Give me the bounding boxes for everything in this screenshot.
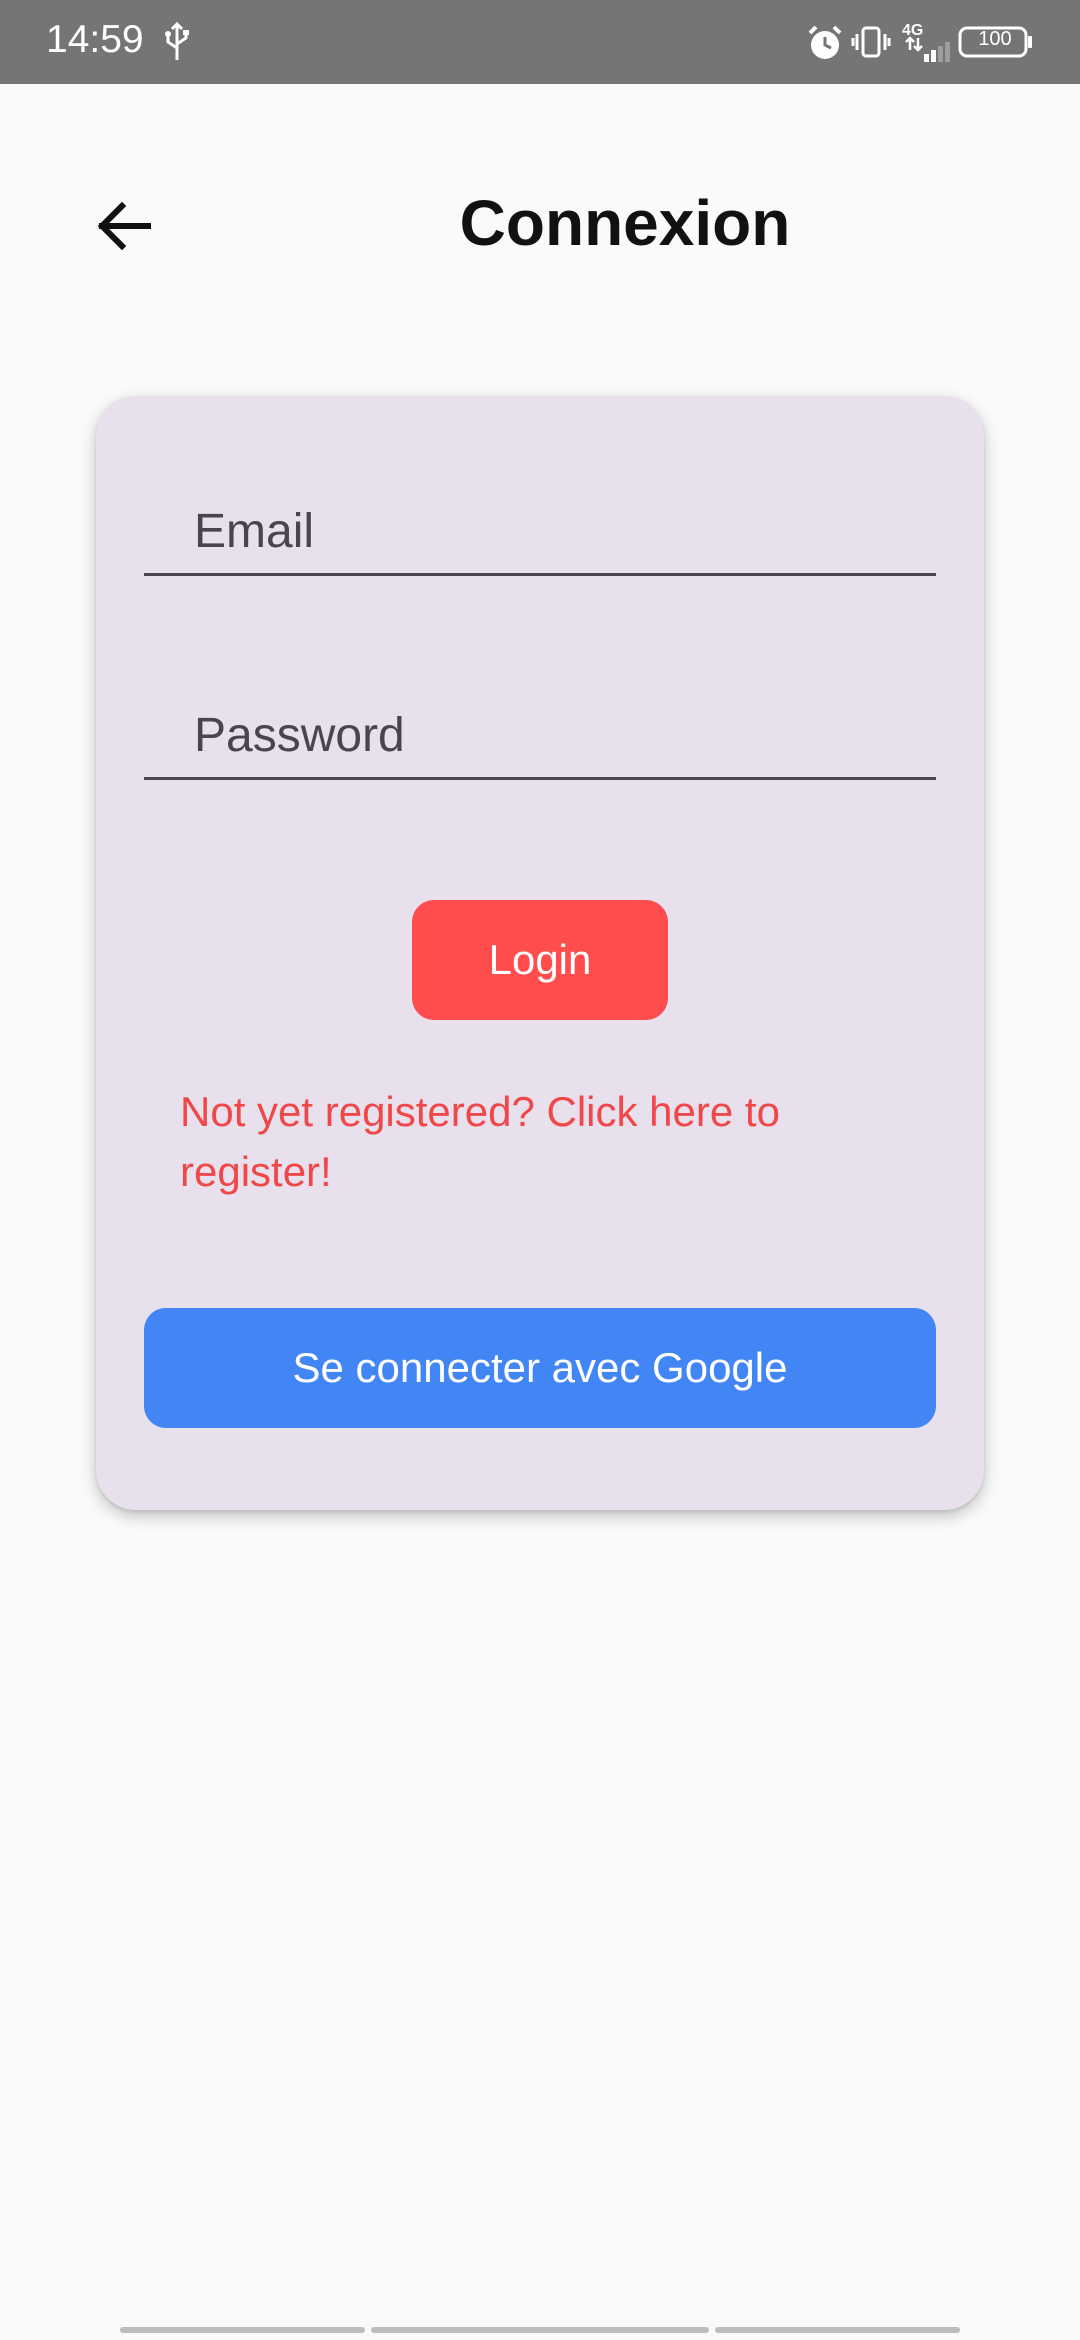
status-time: 14:59 — [46, 18, 144, 61]
email-label: Email — [194, 505, 315, 558]
login-card: Email Password Login Not yet registered?… — [96, 396, 984, 1510]
login-button[interactable]: Login — [412, 900, 668, 1020]
nav-handle-left — [120, 2327, 365, 2333]
email-field[interactable]: Email — [144, 476, 936, 576]
google-sign-in-button[interactable]: Se connecter avec Google — [144, 1308, 936, 1428]
nav-handle-middle — [371, 2327, 709, 2333]
password-label: Password — [194, 709, 405, 762]
status-bar: 14:59 4G 100 — [0, 0, 1080, 84]
page-title: Connexion — [459, 187, 791, 259]
battery-level: 100 — [978, 28, 1012, 50]
alarm-icon — [808, 25, 842, 59]
register-link[interactable]: Not yet registered? Click here to regist… — [180, 1082, 900, 1202]
nav-handle-right — [715, 2327, 960, 2333]
signal-icon — [905, 36, 950, 62]
vibrate-icon — [851, 26, 891, 58]
password-field[interactable]: Password — [144, 680, 936, 780]
usb-icon — [165, 22, 189, 60]
